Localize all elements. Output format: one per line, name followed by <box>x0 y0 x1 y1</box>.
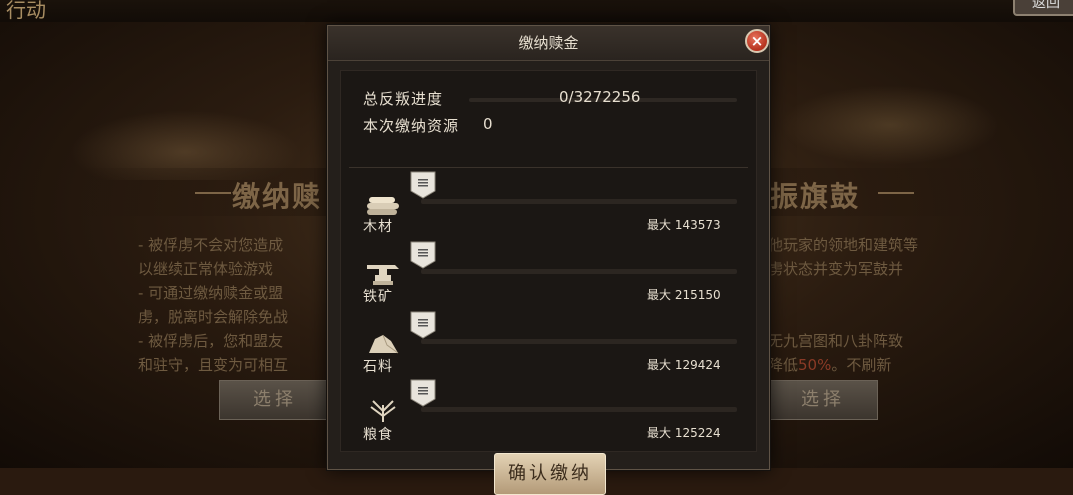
bg-text: 。不刷新 <box>831 356 892 374</box>
submitted-label: 本次缴纳资源 <box>363 117 460 135</box>
bg-line: 虏，脱离时会解除免战 <box>138 308 289 326</box>
resource-name: 木材 <box>363 219 393 235</box>
resource-max: 最大 129424 <box>647 356 721 373</box>
slider-handle-icon[interactable] <box>410 311 436 339</box>
bg-line: 无九宫图和八卦阵致 <box>768 332 904 350</box>
bg-line <box>768 305 968 329</box>
bg-line: 和驻守，且变为可相互 <box>138 356 289 374</box>
bg-line: 以继续正常体验游戏 <box>138 260 274 278</box>
resource-name: 粮食 <box>363 427 393 443</box>
bg-title-right: 振旗鼓 <box>770 180 861 213</box>
bg-highlight: 50% <box>798 356 832 374</box>
confirm-pay-button[interactable]: 确认缴纳 <box>494 453 606 495</box>
wood-icon <box>367 197 399 215</box>
stone-icon <box>369 334 399 354</box>
slider-handle-icon[interactable] <box>410 241 436 269</box>
dialog-header: 缴纳赎金 <box>328 26 769 61</box>
resource-slider-track[interactable] <box>421 269 737 274</box>
resource-name: 铁矿 <box>363 289 393 305</box>
resource-name: 石料 <box>363 359 393 375</box>
dialog-content-panel: 总反叛进度 0/3272256 本次缴纳资源 0 木材 最大 143573 铁矿… <box>340 70 757 452</box>
resource-max: 最大 215150 <box>647 286 721 303</box>
resource-max: 最大 125224 <box>647 424 721 441</box>
progress-value: 0/3272256 <box>559 88 641 106</box>
bg-text: 降低 <box>768 356 799 374</box>
resource-row-iron: 铁矿 最大 215150 <box>341 241 756 311</box>
bg-line: 他玩家的领地和建筑等 <box>768 236 919 254</box>
divider <box>349 167 748 168</box>
max-label: 最大 <box>647 218 672 232</box>
top-left-label: 行动 <box>6 0 46 22</box>
bg-line: - 被俘虏后，您和盟友 <box>138 332 284 350</box>
close-button[interactable]: × <box>745 29 769 53</box>
resource-slider-track[interactable] <box>421 199 737 204</box>
resource-slider-track[interactable] <box>421 407 737 412</box>
max-value: 129424 <box>674 358 721 372</box>
select-button-left[interactable]: 选择 <box>219 380 331 420</box>
bg-line <box>768 281 968 305</box>
resource-row-grain: 粮食 最大 125224 <box>341 379 756 449</box>
progress-label: 总反叛进度 <box>363 90 444 108</box>
max-value: 143573 <box>674 218 721 232</box>
resource-row-stone: 石料 最大 129424 <box>341 311 756 381</box>
bg-line: - 可通过缴纳赎金或盟 <box>138 284 284 302</box>
max-value: 125224 <box>674 426 721 440</box>
dialog-title: 缴纳赎金 <box>518 34 579 52</box>
bg-title-left: 缴纳赎 <box>232 180 323 213</box>
max-value: 215150 <box>674 288 721 302</box>
max-label: 最大 <box>647 358 672 372</box>
resource-max: 最大 143573 <box>647 216 721 233</box>
max-label: 最大 <box>647 426 672 440</box>
top-bar: 行动 <box>0 0 1073 22</box>
bg-description-right: 他玩家的领地和建筑等 虏状态并变为军鼓并 无九宫图和八卦阵致 降低50%。不刷新 <box>768 233 968 377</box>
max-label: 最大 <box>647 288 672 302</box>
slider-handle-icon[interactable] <box>410 379 436 407</box>
bg-line: - 被俘虏不会对您造成 <box>138 236 284 254</box>
scroll-image <box>780 85 1000 165</box>
ornament-right <box>878 192 914 194</box>
back-button[interactable]: 返回 <box>1013 0 1073 16</box>
bg-line: 虏状态并变为军鼓并 <box>768 260 904 278</box>
resource-slider-track[interactable] <box>421 339 737 344</box>
ornament-left <box>195 192 231 194</box>
grain-icon <box>370 400 396 422</box>
bg-line: 降低50%。不刷新 <box>768 353 968 377</box>
iron-ore-icon <box>367 265 399 285</box>
ransom-dialog: 缴纳赎金 × 总反叛进度 0/3272256 本次缴纳资源 0 木材 最大 14… <box>327 25 770 495</box>
submitted-value: 0 <box>483 115 494 133</box>
slider-handle-icon[interactable] <box>410 171 436 199</box>
bg-description-left: - 被俘虏不会对您造成 以继续正常体验游戏 - 可通过缴纳赎金或盟 虏，脱离时会… <box>138 233 338 377</box>
resource-row-wood: 木材 最大 143573 <box>341 171 756 241</box>
select-button-right[interactable]: 选择 <box>768 380 878 420</box>
